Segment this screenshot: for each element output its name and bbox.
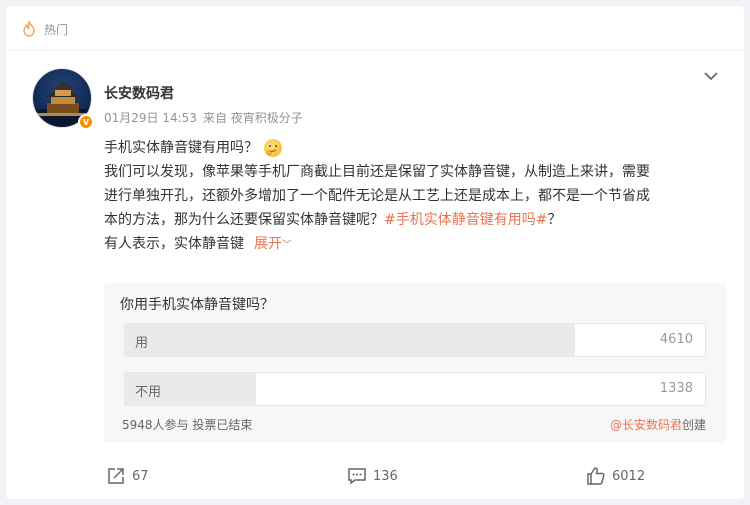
comment-count: 136 <box>373 468 398 484</box>
avatar[interactable]: V <box>32 68 94 130</box>
poll-option-fill <box>125 324 575 356</box>
chevron-down-icon[interactable] <box>702 68 720 82</box>
poll-option-label: 用 <box>135 336 149 351</box>
thinking-emoji-icon <box>264 139 282 157</box>
post-content: 手机实体静音键有用吗？ 我们可以发现，像苹果等手机厂商截止目前还是保留了实体静音… <box>104 136 656 258</box>
poll-option-no[interactable]: 不用 1338 <box>124 372 706 406</box>
comment-icon <box>347 466 367 486</box>
action-bar: 67 136 6012 <box>6 466 744 496</box>
hot-label: 热门 <box>44 22 69 37</box>
like-count: 6012 <box>612 468 646 484</box>
poll-option-yes[interactable]: 用 4610 <box>124 323 706 357</box>
comment-button[interactable]: 136 <box>347 466 398 486</box>
post-time[interactable]: 01月29日 14:53 <box>104 109 197 126</box>
poll-creator-link[interactable]: @长安数码君 <box>610 418 682 432</box>
post-title: 手机实体静音键有用吗？ <box>104 136 656 160</box>
post-body: 我们可以发现，像苹果等手机厂商截止目前还是保留了实体静音键，从制造上来讲，需要进… <box>104 164 650 228</box>
chevron-down-icon: ﹀ <box>282 240 292 251</box>
poll-option-label: 不用 <box>135 385 162 400</box>
poll-question: 你用手机实体静音键吗？ <box>120 297 274 313</box>
post-card: 热门 V 长安数码君 01月29日 14:53 来自 夜宵积极分子 手机实体静音… <box>6 6 744 499</box>
poll-option-count: 4610 <box>659 332 693 347</box>
poll-card: 你用手机实体静音键吗？ 用 4610 不用 1338 5948人参与 投票已结束… <box>104 283 726 443</box>
thumbs-up-icon <box>586 466 606 486</box>
share-count: 67 <box>132 468 149 484</box>
post-source: 来自 夜宵积极分子 <box>202 111 303 125</box>
post-summary: 有人表示，实体静音键 展开﹀ <box>104 236 292 252</box>
expand-button[interactable]: 展开﹀ <box>254 236 292 252</box>
verified-badge: V <box>78 114 94 130</box>
hot-flame-icon <box>20 20 38 38</box>
like-button[interactable]: 6012 <box>586 466 645 486</box>
poll-creator: @长安数码君创建 <box>609 418 706 432</box>
header-divider <box>6 50 744 51</box>
post-meta: 01月29日 14:53 来自 夜宵积极分子 <box>104 109 303 126</box>
topic-link[interactable]: #手机实体静音键有用吗# <box>384 212 547 228</box>
share-button[interactable]: 67 <box>106 466 149 486</box>
poll-option-count: 1338 <box>659 381 693 396</box>
share-icon <box>106 466 126 486</box>
author-name[interactable]: 长安数码君 <box>104 83 174 103</box>
hot-header: 热门 <box>20 19 68 39</box>
poll-footer: 5948人参与 投票已结束 <box>122 418 253 432</box>
